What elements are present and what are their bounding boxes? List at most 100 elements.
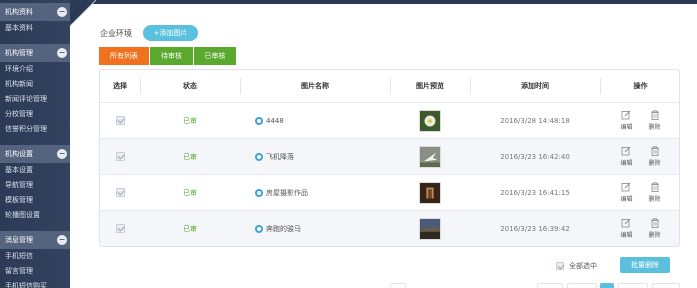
status-badge: 已审: [183, 116, 197, 125]
pagination-button[interactable]: [537, 283, 563, 288]
added-time: 2016/3/23 16:42:40: [500, 152, 570, 161]
pagination-button[interactable]: [618, 283, 648, 288]
image-name: 房屋摄影作品: [266, 188, 308, 197]
collapse-icon[interactable]: −: [57, 7, 67, 17]
trash-icon: [650, 218, 659, 228]
sidebar-item-carousel[interactable]: 轮播图设置: [0, 208, 70, 223]
edit-label: 编辑: [620, 196, 633, 203]
collapse-icon[interactable]: −: [57, 149, 67, 159]
row-checkbox[interactable]: [115, 152, 125, 161]
sidebar-item-guestbook[interactable]: 留言管理: [0, 264, 70, 279]
pagination-button[interactable]: [390, 283, 406, 288]
image-thumbnail[interactable]: [419, 181, 441, 204]
sidebar-item-basic-settings[interactable]: 基本设置: [0, 163, 70, 178]
added-time: 2016/3/23 16:39:42: [500, 224, 570, 233]
image-thumbnail[interactable]: [419, 217, 441, 240]
pagination-current[interactable]: [600, 283, 614, 288]
table-row: 已审 房屋摄影作品 2016/3/23 16:41:15 编辑 删除: [100, 174, 679, 210]
delete-button[interactable]: 删除: [649, 182, 661, 203]
collapse-icon[interactable]: −: [57, 235, 67, 245]
edit-icon: [622, 146, 631, 156]
delete-button[interactable]: 删除: [649, 110, 661, 131]
image-thumbnail[interactable]: [419, 145, 441, 168]
pagination-button[interactable]: [567, 283, 597, 288]
row-checkbox[interactable]: [115, 188, 125, 197]
sidebar-group-org-info[interactable]: 机构资料 −: [0, 3, 70, 21]
sidebar: 机构资料 − 基本资料 机构管理 − 环境介绍 机构新闻 新闻评论管理 分校管理…: [0, 0, 70, 288]
edit-button[interactable]: 编辑: [620, 110, 633, 131]
batch-delete-button[interactable]: 批量删除: [620, 257, 670, 273]
tab-approved[interactable]: 已审核: [194, 47, 236, 65]
col-status: 状态: [183, 82, 197, 90]
sidebar-item-news-comments[interactable]: 新闻评论管理: [0, 92, 70, 107]
edit-icon: [622, 218, 631, 228]
sidebar-item-sms[interactable]: 手机短信: [0, 249, 70, 264]
page-fold-decoration: [70, 0, 96, 26]
sidebar-group-org-manage[interactable]: 机构管理 −: [0, 44, 70, 62]
sidebar-item-credit-points[interactable]: 信誉积分管理: [0, 122, 70, 137]
select-all-label[interactable]: 全部选中: [569, 261, 597, 271]
trash-icon: [650, 110, 659, 120]
delete-label: 删除: [648, 160, 661, 167]
sidebar-group-label: 机构资料: [5, 8, 33, 16]
app-root: 机构资料 − 基本资料 机构管理 − 环境介绍 机构新闻 新闻评论管理 分校管理…: [0, 0, 697, 288]
sidebar-item-branches[interactable]: 分校管理: [0, 107, 70, 122]
image-thumbnail[interactable]: [419, 109, 441, 132]
image-icon: [255, 152, 263, 161]
row-checkbox[interactable]: [115, 116, 125, 125]
select-all-checkbox[interactable]: [556, 262, 564, 270]
edit-icon: [622, 182, 631, 192]
image-name: 4448: [266, 116, 284, 125]
delete-label: 删除: [648, 232, 661, 239]
edit-icon: [622, 110, 631, 120]
sidebar-group-messages[interactable]: 消息管理 −: [0, 231, 70, 249]
collapse-icon[interactable]: −: [57, 48, 67, 58]
table-header: 选择 状态 图片名称 图片预览 添加时间 操作: [100, 70, 679, 102]
edit-label: 编辑: [620, 232, 633, 239]
status-badge: 已审: [183, 188, 197, 197]
added-time: 2016/3/23 16:41:15: [500, 188, 570, 197]
table-row: 已审 奔跑的骏马 2016/3/23 16:39:42 编辑 删除: [100, 210, 679, 246]
sidebar-group-org-settings[interactable]: 机构设置 −: [0, 145, 70, 163]
edit-label: 编辑: [620, 160, 633, 167]
image-icon: [255, 188, 263, 197]
tab-all[interactable]: 所有列表: [99, 47, 149, 65]
delete-button[interactable]: 删除: [649, 218, 661, 239]
delete-label: 删除: [648, 196, 661, 203]
status-badge: 已审: [183, 152, 197, 161]
sidebar-group-label: 机构设置: [5, 150, 33, 158]
pagination-button[interactable]: [652, 283, 680, 288]
image-name: 飞机降落: [266, 152, 294, 161]
added-time: 2016/3/28 14:48:18: [500, 116, 570, 125]
sidebar-group-label: 机构管理: [5, 49, 33, 57]
edit-label: 编辑: [620, 124, 633, 131]
edit-button[interactable]: 编辑: [620, 146, 633, 167]
sidebar-item-environment[interactable]: 环境介绍: [0, 62, 70, 77]
edit-button[interactable]: 编辑: [620, 182, 633, 203]
image-icon: [255, 224, 263, 233]
sidebar-item-news[interactable]: 机构新闻: [0, 77, 70, 92]
status-badge: 已审: [183, 224, 197, 233]
table-row: 已审 4448 2016/3/28 14:48:18 编辑 删除: [100, 102, 679, 138]
col-name: 图片名称: [301, 82, 329, 90]
row-checkbox[interactable]: [115, 224, 125, 233]
top-bar: [70, 0, 697, 4]
image-icon: [255, 116, 263, 125]
tab-pending[interactable]: 待审核: [150, 47, 193, 65]
col-actions: 操作: [633, 82, 648, 90]
trash-icon: [650, 182, 659, 192]
col-preview: 图片预览: [416, 82, 444, 90]
page-title: 企业环境: [100, 29, 132, 38]
filter-tabs: 所有列表 待审核 已审核: [99, 47, 236, 65]
sidebar-item-basic-info[interactable]: 基本资料: [0, 21, 70, 36]
edit-button[interactable]: 编辑: [620, 218, 633, 239]
delete-button[interactable]: 删除: [649, 146, 661, 167]
table-row: 已审 飞机降落 2016/3/23 16:42:40 编辑 删除: [100, 138, 679, 174]
add-image-button[interactable]: +添加图片: [143, 25, 198, 41]
sidebar-item-template-manage[interactable]: 模板管理: [0, 193, 70, 208]
sidebar-item-sms-purchase[interactable]: 手机短信购买: [0, 279, 70, 288]
image-name: 奔跑的骏马: [266, 224, 301, 233]
trash-icon: [650, 146, 659, 156]
delete-label: 删除: [648, 124, 661, 131]
sidebar-item-nav-manage[interactable]: 导航管理: [0, 178, 70, 193]
